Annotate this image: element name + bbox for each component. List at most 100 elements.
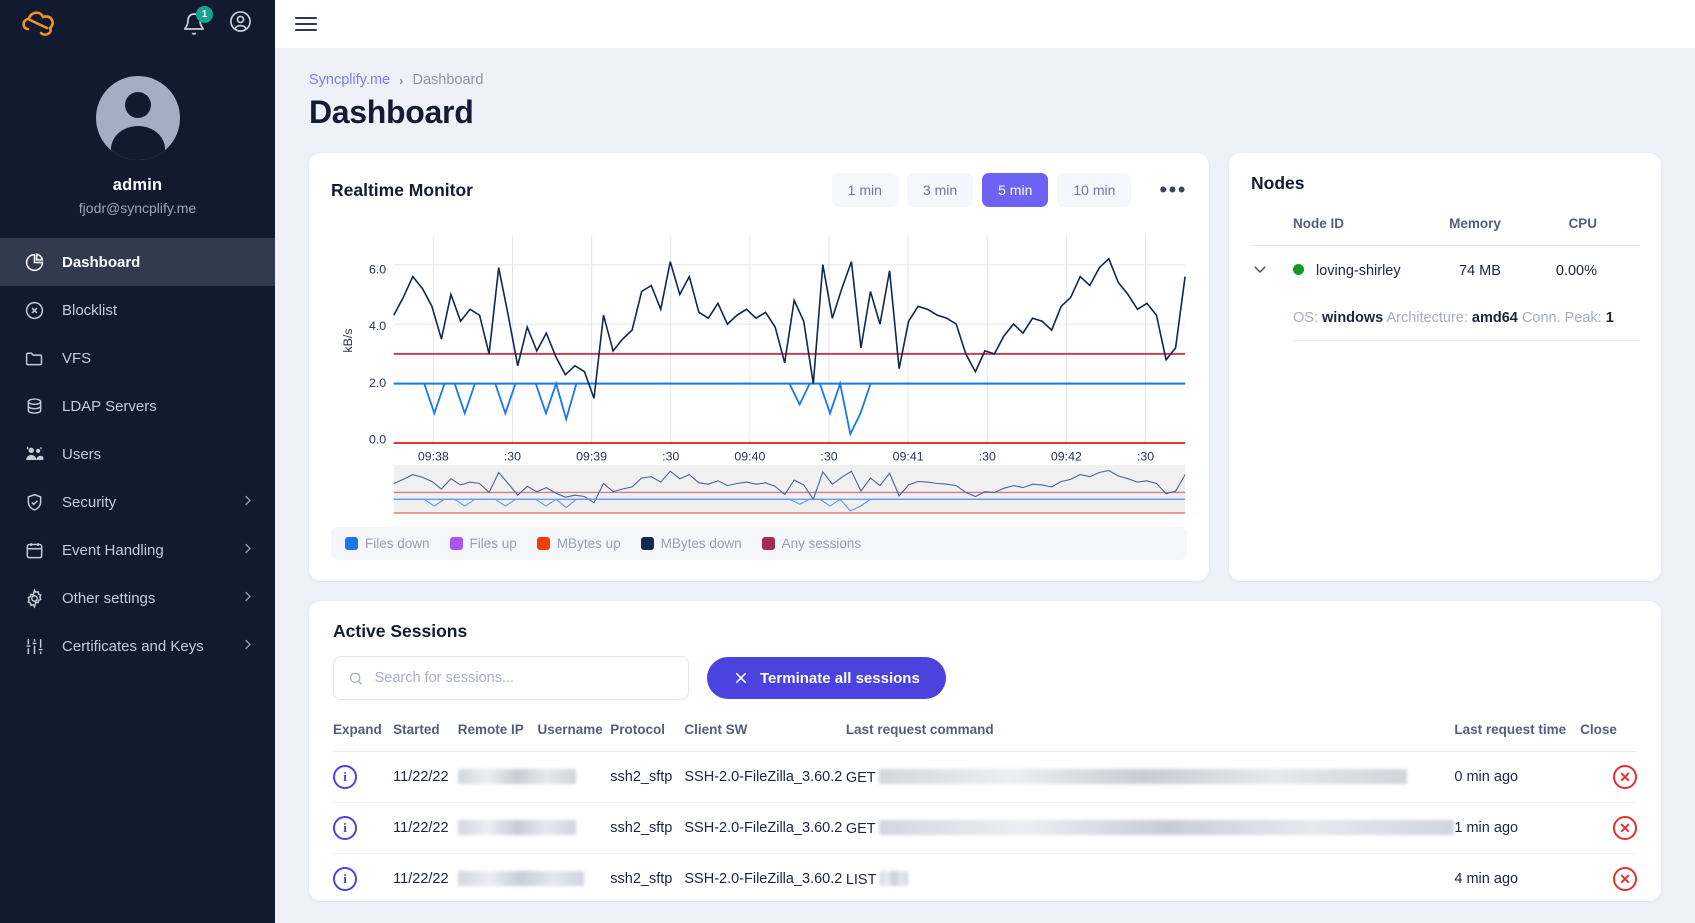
row-command-verb: GET xyxy=(845,769,876,786)
sidebar-item-blocklist[interactable]: Blocklist xyxy=(0,286,275,334)
row-protocol: ssh2_sftp xyxy=(610,853,685,905)
col-close: Close xyxy=(1580,722,1637,752)
sidebar-item-security[interactable]: Security xyxy=(0,478,275,526)
table-row[interactable]: i 11/22/22 ssh2_sftp SSH-2.0-FileZilla_3… xyxy=(333,802,1637,854)
svg-text:09:40: 09:40 xyxy=(734,449,765,463)
status-dot-online-icon xyxy=(1293,264,1304,275)
table-row[interactable]: i 11/22/22 ssh2_sftp SSH-2.0-FileZilla_3… xyxy=(333,751,1637,803)
sidebar: 1 admin fjodr@syncplify.me Dashboard Blo… xyxy=(0,0,275,923)
redacted-value xyxy=(457,870,584,886)
sidebar-top-icons: 1 xyxy=(182,6,253,39)
session-search[interactable] xyxy=(333,656,689,700)
legend-swatch xyxy=(640,537,654,550)
close-circle-icon[interactable]: ✕ xyxy=(1613,816,1637,840)
row-expand-button[interactable]: i xyxy=(333,853,394,905)
notifications-button[interactable]: 1 xyxy=(182,6,213,36)
sidebar-item-users[interactable]: Users xyxy=(0,430,275,478)
redacted-value xyxy=(880,870,909,886)
col-started: Started xyxy=(393,722,458,752)
row-remote-ip-redacted xyxy=(457,751,611,803)
breadcrumb-current: Dashboard xyxy=(412,72,484,88)
row-close-cell: ✕ xyxy=(1580,853,1637,905)
close-circle-icon[interactable]: ✕ xyxy=(1613,867,1637,891)
pie-chart-icon xyxy=(22,250,46,274)
chevron-right-icon xyxy=(240,637,255,656)
col-username: Username xyxy=(537,722,611,752)
monitor-title: Realtime Monitor xyxy=(331,179,473,200)
monitor-header: Realtime Monitor 1 min 3 min 5 min 10 mi… xyxy=(331,173,1187,207)
nodes-title: Nodes xyxy=(1251,173,1305,193)
sidebar-item-ldap-servers[interactable]: LDAP Servers xyxy=(0,382,275,430)
node-expand-button[interactable] xyxy=(1251,246,1293,297)
redacted-value xyxy=(457,819,576,835)
node-id-cell: loving-shirley xyxy=(1293,246,1428,297)
node-cpu-cell: 0.00% xyxy=(1555,263,1597,279)
info-icon[interactable]: i xyxy=(333,867,357,891)
range-1min-button[interactable]: 1 min xyxy=(831,173,898,207)
terminate-all-sessions-button[interactable]: Terminate all sessions xyxy=(707,657,946,699)
page-title: Dashboard xyxy=(309,94,474,130)
svg-text:09:41: 09:41 xyxy=(893,449,924,463)
legend-item-any-sessions[interactable]: Any sessions xyxy=(761,536,862,551)
row-expand-button[interactable]: i xyxy=(333,802,394,854)
legend-label: Files down xyxy=(365,536,430,551)
row-command-verb: LIST xyxy=(845,871,877,888)
legend-item-files-down[interactable]: Files down xyxy=(345,536,430,551)
sidebar-item-event-handling[interactable]: Event Handling xyxy=(0,526,275,574)
realtime-chart: kB/s 0.0 2.0 4.0 6.0 09:38:30 09:39:30 09:40:30… xyxy=(331,221,1187,521)
account-button[interactable] xyxy=(228,9,253,39)
node-detail-value-os: windows xyxy=(1322,310,1384,326)
row-last-request-time: 0 min ago xyxy=(1454,751,1581,803)
realtime-monitor-card: Realtime Monitor 1 min 3 min 5 min 10 mi… xyxy=(309,153,1209,581)
row-close-cell: ✕ xyxy=(1580,751,1637,803)
sidebar-item-other-settings[interactable]: Other settings xyxy=(0,574,275,622)
ellipsis-icon[interactable]: ••• xyxy=(1159,179,1187,201)
legend-item-files-up[interactable]: Files up xyxy=(449,536,517,551)
legend-item-mbytes-down[interactable]: MBytes down xyxy=(640,536,742,551)
hamburger-menu-icon[interactable] xyxy=(295,13,317,35)
profile-username: admin xyxy=(112,176,163,194)
search-input[interactable] xyxy=(374,670,674,686)
table-row[interactable]: i 11/22/22 ssh2_sftp SSH-2.0-FileZilla_3… xyxy=(333,853,1637,905)
gear-icon xyxy=(22,586,46,610)
sessions-toolbar: Terminate all sessions xyxy=(333,656,1637,700)
row-client-sw: SSH-2.0-FileZilla_3.60.2 xyxy=(684,853,846,905)
info-icon[interactable]: i xyxy=(333,816,357,840)
sidebar-item-vfs[interactable]: VFS xyxy=(0,334,275,382)
chevron-right-icon xyxy=(240,541,255,560)
sidebar-item-label: Event Handling xyxy=(62,541,164,559)
sidebar-item-label: Users xyxy=(62,445,102,463)
legend-item-mbytes-up[interactable]: MBytes up xyxy=(536,536,621,551)
redacted-value xyxy=(879,768,1408,784)
legend-swatch xyxy=(761,537,775,550)
row-expand-button[interactable]: i xyxy=(333,751,394,803)
active-sessions-card: Active Sessions Terminate all sessions E… xyxy=(309,601,1661,905)
shield-check-icon xyxy=(22,490,46,514)
node-detail-value-conn-peak: 1 xyxy=(1605,310,1614,326)
breadcrumb-root-link[interactable]: Syncplify.me xyxy=(309,72,390,88)
col-expand: Expand xyxy=(333,722,394,752)
sessions-table-header: Expand Started Remote IP Username Protoc… xyxy=(333,722,1637,752)
svg-text:0.0: 0.0 xyxy=(369,432,386,446)
range-10min-button[interactable]: 10 min xyxy=(1057,173,1132,207)
sidebar-item-certificates-and-keys[interactable]: Certificates and Keys xyxy=(0,622,275,670)
node-memory-cell: 74 MB xyxy=(1459,263,1501,279)
range-3min-button[interactable]: 3 min xyxy=(906,173,974,207)
nodes-card: Nodes Node ID Memory CPU loving-shirley … xyxy=(1229,153,1661,581)
info-icon[interactable]: i xyxy=(333,765,357,789)
range-5min-button[interactable]: 5 min xyxy=(982,173,1049,207)
sidebar-item-dashboard[interactable]: Dashboard xyxy=(0,238,275,286)
time-range-selector: 1 min 3 min 5 min 10 min xyxy=(831,173,1132,207)
svg-text::30: :30 xyxy=(662,449,679,463)
node-detail-key-os: OS: xyxy=(1293,310,1318,326)
nodes-table-row[interactable]: loving-shirley 74 MB 0.00% xyxy=(1251,246,1639,297)
nodes-col-cpu: CPU xyxy=(1534,210,1639,246)
nodes-col-memory: Memory xyxy=(1427,210,1535,246)
node-detail-key-conn-peak: Conn. Peak: xyxy=(1521,310,1602,326)
notification-badge: 1 xyxy=(196,6,213,23)
chart-axis-labels: kB/s 0.0 2.0 4.0 6.0 09:38:30 09:39:30 09:40:30… xyxy=(341,263,1154,464)
close-circle-icon[interactable]: ✕ xyxy=(1613,765,1637,789)
legend-label: Any sessions xyxy=(781,536,862,551)
syncplify-cloud-logo-icon[interactable] xyxy=(20,7,60,41)
chevron-down-icon xyxy=(1254,266,1266,274)
